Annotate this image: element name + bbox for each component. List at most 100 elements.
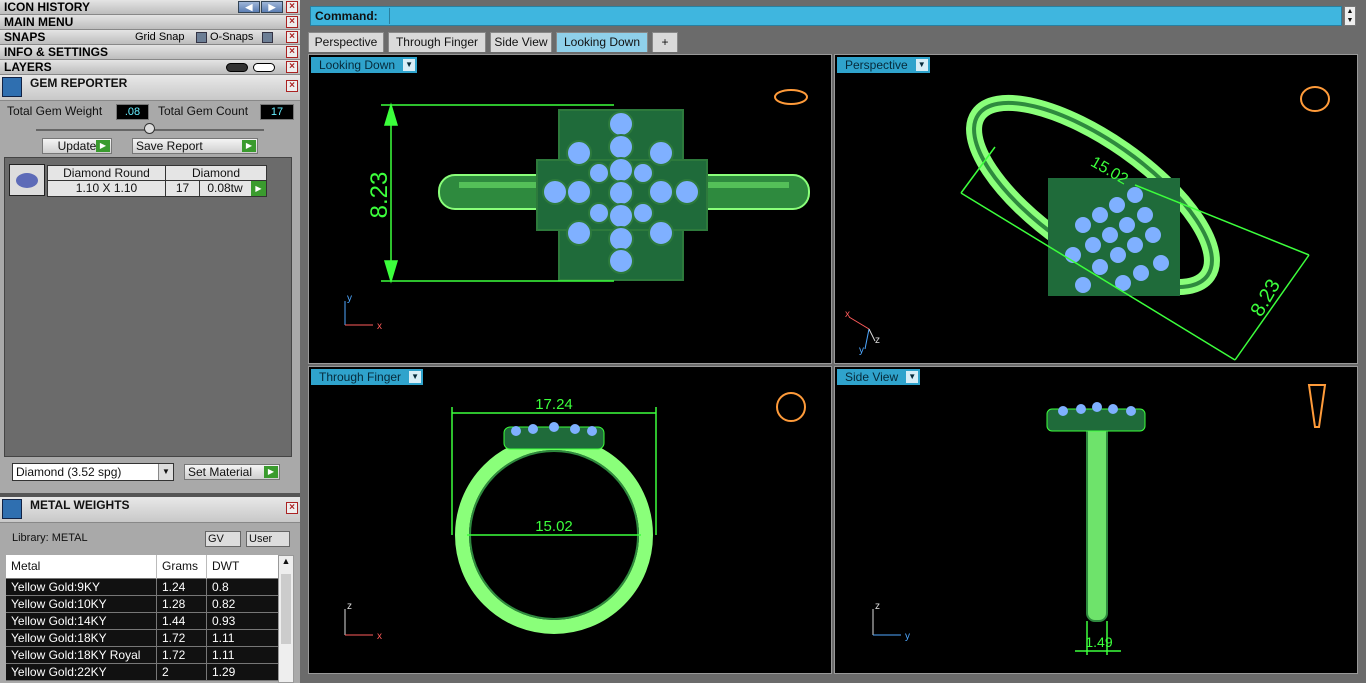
- gem-name: Diamond Round: [48, 166, 166, 181]
- table-row[interactable]: Yellow Gold:10KY 1.28 0.82: [6, 596, 278, 613]
- dimension-label: 17.24: [535, 396, 573, 413]
- gem-cluster: [536, 109, 708, 281]
- table-row[interactable]: Yellow Gold:18KY Royal 1.72 1.11: [6, 647, 278, 664]
- axis-label: z: [347, 601, 352, 612]
- total-gem-weight-label: Total Gem Weight: [7, 104, 103, 118]
- viewport-looking-down[interactable]: Looking Down ▼ 8.23 y x: [308, 54, 832, 364]
- material-select[interactable]: Diamond (3.52 spg) ▼: [12, 463, 174, 481]
- axis-label: z: [875, 335, 880, 346]
- close-icon[interactable]: ×: [286, 80, 298, 92]
- snaps-bar[interactable]: SNAPS Grid Snap O-Snaps ×: [0, 30, 300, 45]
- gem-icon: [2, 77, 22, 97]
- gem-icon: [16, 173, 38, 188]
- tab-perspective[interactable]: Perspective: [308, 32, 384, 52]
- axis-label: y: [905, 631, 910, 642]
- arrow-right-icon[interactable]: ▶: [261, 1, 283, 13]
- axis-label: x: [845, 309, 850, 320]
- user-toggle[interactable]: User: [246, 531, 290, 547]
- play-icon: ▶: [96, 140, 110, 152]
- ring-orientation-icon: [1300, 86, 1330, 112]
- table-cell: 1.24: [156, 579, 185, 596]
- ring-orientation-icon: [776, 392, 806, 422]
- table-scrollbar[interactable]: ▲: [278, 555, 294, 683]
- looking-down-drawing: 8.23 y x: [344, 89, 810, 332]
- table-cell: 0.82: [206, 596, 235, 613]
- table-cell: Yellow Gold:10KY: [11, 597, 107, 611]
- slider-handle[interactable]: [144, 123, 155, 134]
- tab-side-view[interactable]: Side View: [490, 32, 552, 52]
- update-button[interactable]: Update ▶: [42, 138, 112, 154]
- close-icon[interactable]: ×: [286, 502, 298, 514]
- gem-reporter-title: GEM REPORTER: [30, 76, 128, 90]
- grid-snap-checkbox[interactable]: [196, 32, 207, 43]
- axis-label: x: [377, 631, 382, 642]
- table-cell: Yellow Gold:14KY: [11, 614, 107, 628]
- gem-reporter-body: Total Gem Weight .08 Total Gem Count 17 …: [0, 101, 300, 493]
- layers-bar[interactable]: LAYERS ×: [0, 60, 300, 75]
- info-settings-bar[interactable]: INFO & SETTINGS ×: [0, 45, 300, 60]
- command-label: Command:: [315, 9, 378, 23]
- table-cell: 0.8: [206, 579, 229, 596]
- scroll-thumb[interactable]: [281, 574, 291, 644]
- layers-label: LAYERS: [4, 60, 52, 74]
- table-cell: Yellow Gold:18KY Royal: [11, 648, 141, 662]
- o-snaps-checkbox[interactable]: [262, 32, 273, 43]
- plus-icon[interactable]: +: [652, 32, 678, 52]
- viewport-through-finger[interactable]: Through Finger ▼ 17.24 15.02 z x: [308, 366, 832, 674]
- tab-label: Side View: [494, 35, 548, 49]
- o-snaps-label: O-Snaps: [210, 31, 254, 43]
- gem-material: Diamond: [166, 166, 266, 181]
- main-menu-bar[interactable]: MAIN MENU ×: [0, 15, 300, 30]
- axis-label: z: [875, 601, 880, 612]
- icon-history-bar[interactable]: ICON HISTORY ◀ ▶ ×: [0, 0, 300, 15]
- tab-looking-down[interactable]: Looking Down: [556, 32, 648, 52]
- gv-label: GV: [208, 533, 224, 545]
- close-icon[interactable]: ×: [286, 1, 298, 13]
- play-icon: ▶: [242, 140, 256, 152]
- eye-icon[interactable]: [253, 63, 275, 72]
- axis-indicator: y x: [344, 293, 382, 332]
- library-label: Library: METAL: [12, 532, 88, 544]
- viewport-area: Command: ▲ ▼ Perspective Through Finger S…: [300, 0, 1366, 683]
- tab-label: Looking Down: [563, 35, 641, 49]
- gv-toggle[interactable]: GV: [205, 531, 241, 547]
- axis-label: y: [347, 293, 352, 304]
- table-cell: Yellow Gold:22KY: [11, 665, 107, 679]
- command-input[interactable]: [389, 8, 1339, 24]
- table-cell: Yellow Gold:18KY: [11, 631, 107, 645]
- info-settings-label: INFO & SETTINGS: [4, 45, 109, 59]
- command-bar[interactable]: Command:: [310, 6, 1342, 26]
- tab-through-finger[interactable]: Through Finger: [388, 32, 486, 52]
- scroll-up-icon[interactable]: ▲: [279, 556, 293, 566]
- user-label: User: [249, 533, 273, 545]
- table-row[interactable]: Yellow Gold:18KY 1.72 1.11: [6, 630, 278, 647]
- set-material-button[interactable]: Set Material ▶: [184, 464, 280, 480]
- gem-thumbnail[interactable]: [9, 164, 45, 196]
- gem-list: Diamond Round Diamond 1.10 X 1.10 17 0.0…: [4, 157, 292, 457]
- viewport-perspective[interactable]: Perspective ▼ 15.02 8.23 x y z: [834, 54, 1358, 364]
- dimension-label: 15.02: [535, 518, 573, 535]
- axis-label: x: [377, 321, 382, 332]
- gem-cluster: [1048, 178, 1180, 296]
- close-icon[interactable]: ×: [286, 46, 298, 58]
- viewport-side-view[interactable]: Side View ▼ 1.49 z y: [834, 366, 1358, 674]
- dropdown-icon[interactable]: ▼: [158, 464, 173, 480]
- table-row[interactable]: Yellow Gold:22KY 2 1.29: [6, 664, 278, 681]
- table-cell: 1.11: [206, 630, 234, 647]
- save-report-button[interactable]: Save Report ▶: [132, 138, 258, 154]
- arrow-left-icon[interactable]: ◀: [238, 1, 260, 13]
- layer-toggle-icon[interactable]: [226, 63, 248, 72]
- command-scroll[interactable]: ▲ ▼: [1344, 6, 1356, 26]
- gem-row[interactable]: Diamond Round Diamond 1.10 X 1.10 17 0.0…: [47, 165, 267, 197]
- icon-history-label: ICON HISTORY: [4, 0, 91, 14]
- close-icon[interactable]: ×: [286, 61, 298, 73]
- table-cell: 1.29: [206, 664, 235, 681]
- gem-size: 1.10 X 1.10: [48, 181, 166, 196]
- update-label: Update: [57, 139, 97, 153]
- close-icon[interactable]: ×: [286, 16, 298, 28]
- close-icon[interactable]: ×: [286, 31, 298, 43]
- play-icon[interactable]: ▶: [251, 181, 266, 196]
- table-row[interactable]: Yellow Gold:14KY 1.44 0.93: [6, 613, 278, 630]
- main-menu-label: MAIN MENU: [4, 15, 74, 29]
- table-row[interactable]: Yellow Gold:9KY 1.24 0.8: [6, 579, 278, 596]
